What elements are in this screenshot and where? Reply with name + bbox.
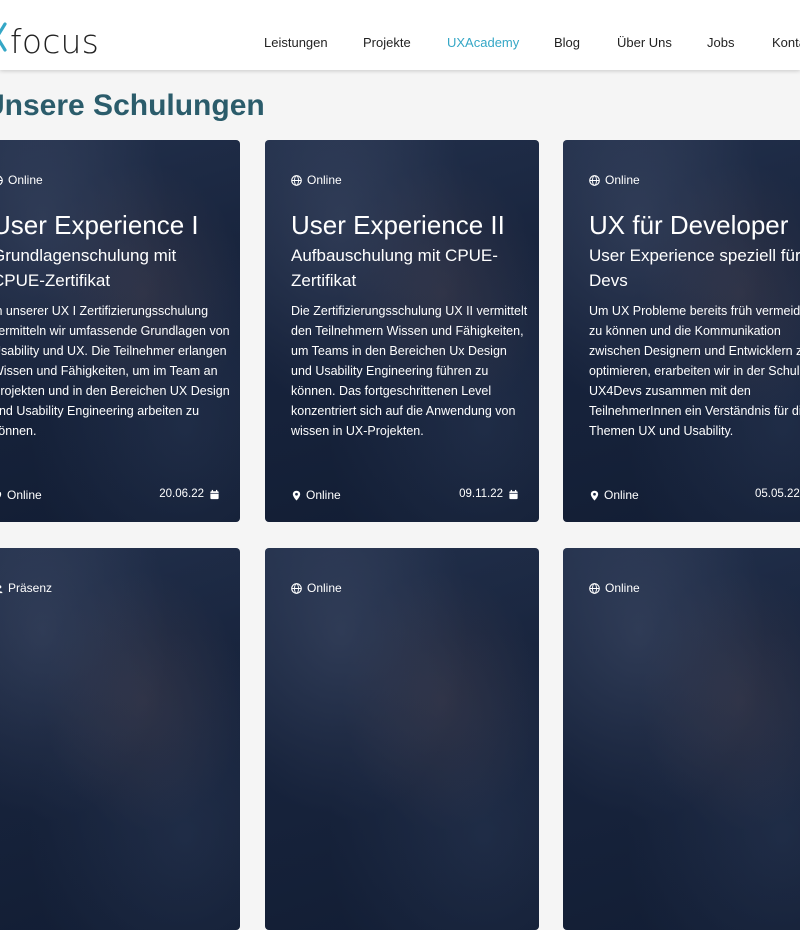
card-title: User Experience II bbox=[291, 210, 505, 240]
format-label: Präsenz bbox=[8, 581, 53, 595]
card-subtitle: Aufbauschulung mit CPUE-Zertifikat bbox=[291, 246, 498, 290]
format-label: Online bbox=[605, 581, 640, 595]
nav-kontakt[interactable]: Kontakt bbox=[772, 35, 800, 50]
logo-text: focus bbox=[10, 22, 100, 61]
nav-jobs[interactable]: Jobs bbox=[707, 35, 734, 50]
course-card-row2-3[interactable]: Online bbox=[563, 548, 800, 930]
location-label: Online bbox=[604, 488, 639, 502]
location-label: Online bbox=[306, 488, 341, 502]
format-badge: Online bbox=[0, 173, 43, 187]
map-marker-icon bbox=[292, 490, 301, 500]
format-label: Online bbox=[605, 173, 640, 187]
site-header: focus Leistungen Projekte UXAcademy Blog… bbox=[0, 0, 800, 70]
format-badge: Präsenz bbox=[0, 581, 52, 595]
course-card-ux2[interactable]: Online User Experience II Aufbauschulung… bbox=[265, 140, 539, 522]
people-icon bbox=[0, 584, 3, 593]
format-badge: Online bbox=[589, 173, 640, 187]
card-title: User Experience I bbox=[0, 210, 199, 240]
format-label: Online bbox=[8, 173, 43, 187]
format-label: Online bbox=[307, 581, 342, 595]
globe-icon bbox=[589, 174, 600, 186]
date-label: 05.05.22 bbox=[755, 488, 800, 500]
course-card-ux1[interactable]: Online User Experience I Grundlagenschul… bbox=[0, 140, 240, 522]
nav-ueber-uns[interactable]: Über Uns bbox=[617, 35, 672, 50]
card-title: UX für Developer bbox=[589, 210, 789, 240]
location-label: Online bbox=[7, 488, 42, 502]
globe-icon bbox=[589, 582, 600, 594]
nav-leistungen[interactable]: Leistungen bbox=[264, 35, 328, 50]
card-location: Online bbox=[291, 488, 341, 502]
nav-uxacademy[interactable]: UXAcademy bbox=[447, 35, 519, 50]
card-location: Online bbox=[589, 488, 639, 502]
calendar-icon bbox=[509, 489, 518, 499]
calendar-icon bbox=[210, 489, 219, 499]
card-description: In unserer UX I Zertifizierungsschulung … bbox=[0, 304, 230, 438]
date-label: 09.11.22 bbox=[459, 488, 503, 500]
globe-icon bbox=[291, 174, 302, 186]
card-subtitle: User Experience speziell für Devs bbox=[589, 246, 800, 290]
card-location: Online bbox=[0, 488, 42, 502]
card-date: 09.11.22 bbox=[459, 488, 519, 500]
map-marker-icon bbox=[590, 490, 599, 500]
globe-icon bbox=[291, 582, 302, 594]
nav-blog[interactable]: Blog bbox=[554, 35, 580, 50]
card-date: 05.05.22 bbox=[755, 488, 800, 500]
card-description: Die Zertifizierungsschulung UX II vermit… bbox=[291, 304, 528, 438]
course-card-ux4devs[interactable]: Online UX für Developer User Experience … bbox=[563, 140, 800, 522]
course-card-row2-2[interactable]: Online bbox=[265, 548, 539, 930]
ux-logo-x-icon bbox=[0, 22, 7, 52]
page-title: Unsere Schulungen bbox=[0, 89, 265, 122]
format-badge: Online bbox=[291, 173, 342, 187]
card-description: Um UX Probleme bereits früh vermeiden zu… bbox=[589, 304, 800, 438]
nav-projekte[interactable]: Projekte bbox=[363, 35, 411, 50]
card-subtitle: Grundlagenschulung mit CPUE-Zertifikat bbox=[0, 246, 177, 290]
globe-icon bbox=[0, 175, 3, 185]
format-badge: Online bbox=[291, 581, 342, 595]
map-marker-icon bbox=[0, 491, 2, 497]
format-badge: Online bbox=[589, 581, 640, 595]
course-card-row2-1[interactable]: Präsenz bbox=[0, 548, 240, 930]
format-label: Online bbox=[307, 173, 342, 187]
date-label: 20.06.22 bbox=[159, 488, 204, 500]
card-date: 20.06.22 bbox=[159, 488, 220, 500]
